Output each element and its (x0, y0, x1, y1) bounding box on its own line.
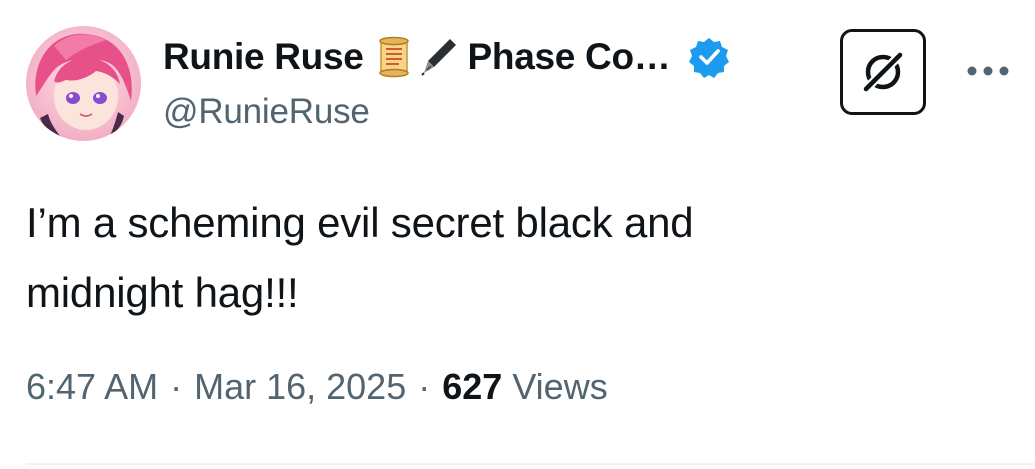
more-horizontal-icon (967, 66, 1009, 76)
verified-badge-icon[interactable] (688, 36, 730, 78)
tweet-meta: 6:47 AM · Mar 16, 2025 · 627 Views (26, 366, 608, 408)
author-name-row: Runie Ruse Phase Co… (163, 32, 730, 82)
author-display-name[interactable]: Runie Ruse (163, 36, 364, 78)
scroll-emoji-icon (372, 35, 416, 79)
tweet-date[interactable]: Mar 16, 2025 (194, 366, 406, 408)
views-label: Views (512, 366, 608, 407)
divider (26, 463, 1035, 465)
grok-icon (860, 49, 906, 95)
author-name-continuation[interactable]: Phase Co… (468, 36, 671, 78)
author-avatar[interactable] (26, 26, 141, 141)
more-options-button[interactable] (958, 56, 1018, 86)
author-handle[interactable]: @RunieRuse (163, 92, 370, 132)
avatar-image (26, 26, 141, 141)
views-count: 627 (442, 366, 503, 407)
tweet-time[interactable]: 6:47 AM (26, 366, 158, 408)
meta-separator: · (418, 366, 431, 407)
tweet-card: Runie Ruse Phase Co… @RunieRuse I’m a sc… (0, 0, 1035, 469)
fountain-pen-emoji-icon (416, 35, 460, 79)
meta-separator: · (170, 366, 183, 407)
tweet-text: I’m a scheming evil secret black and mid… (26, 199, 694, 316)
grok-button[interactable] (840, 29, 926, 115)
